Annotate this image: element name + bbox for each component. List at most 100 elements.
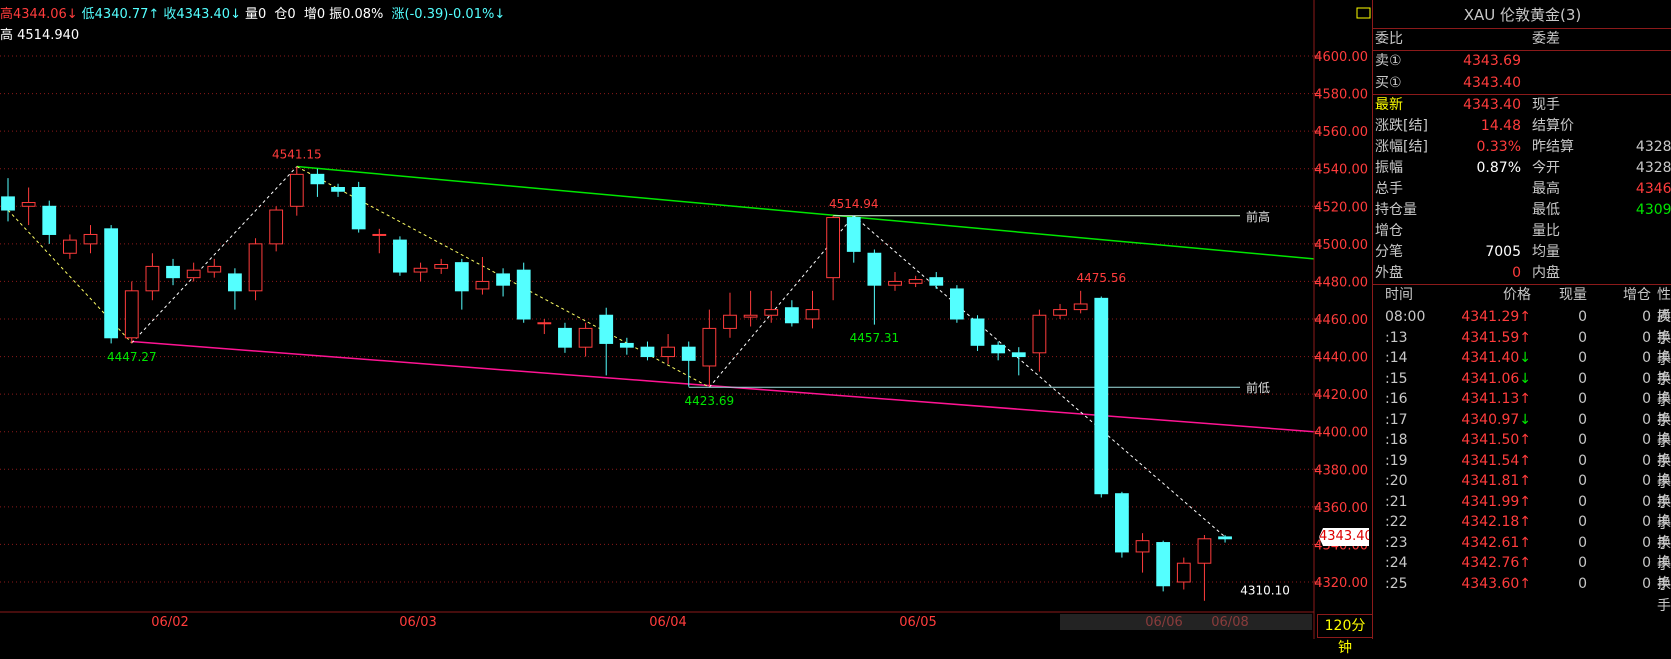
tick-time: :23 <box>1385 534 1408 551</box>
y-tick-label: 4600.00 <box>1314 50 1368 65</box>
candle-body <box>929 277 944 286</box>
tick-time: :20 <box>1385 473 1408 489</box>
quote-panel: XAU 伦敦黄金(3) 委比 委差 卖① 4343.69 买① 4343.40 … <box>1372 0 1671 639</box>
candle-body <box>661 346 675 358</box>
info-high: 高4344.06↓ <box>0 7 78 22</box>
tick-increase: 0 <box>1642 473 1651 489</box>
x-tick-label: 06/03 <box>399 615 436 630</box>
tick-row[interactable]: :25 4343.60↑ 0 0 换手 <box>1373 573 1671 614</box>
tick-price: 4342.76↑ <box>1461 555 1531 571</box>
candle-body <box>1218 536 1232 540</box>
tick-time: :15 <box>1385 370 1408 387</box>
candle-body <box>578 327 593 348</box>
candle-body <box>1115 493 1129 553</box>
quote-value: 0 <box>1512 265 1521 281</box>
candle-body <box>248 243 263 292</box>
indicator-bar: 高 4514.940 <box>0 28 80 43</box>
tick-time: 08:00 <box>1385 309 1426 325</box>
y-tick-label: 4400.00 <box>1314 426 1368 441</box>
candlestick-chart[interactable]: 前高前低 4541.15 4447.27 4514.94 4423.69 4457.31… <box>0 0 1372 639</box>
tick-time: :24 <box>1385 555 1408 571</box>
sell-row: 卖① 4343.69 <box>1373 50 1671 72</box>
tick-time: :14 <box>1385 350 1408 366</box>
tick-row[interactable]: :21 4341.99↑ 0 0 换手 <box>1373 491 1671 532</box>
tick-time: :13 <box>1385 329 1408 346</box>
x-axis: 06/0206/0306/0406/0506/0606/08 <box>151 614 1312 630</box>
tick-row[interactable]: :22 4342.18↑ 0 0 换手 <box>1373 511 1671 552</box>
tick-price: 4341.29↑ <box>1461 309 1531 325</box>
quote-row: 外盘 0 内盘 <box>1373 262 1671 284</box>
y-tick-label: 4500.00 <box>1314 238 1368 253</box>
candle-body <box>454 262 469 292</box>
tick-price: 4341.13↑ <box>1461 391 1531 407</box>
quote-row: 最新 4343.40 现手 <box>1373 94 1671 116</box>
candle-body <box>145 265 160 292</box>
tick-row[interactable]: :14 4341.40↓ 0 0 换手 <box>1373 347 1671 388</box>
tick-time: :19 <box>1385 452 1408 469</box>
tick-time: :16 <box>1385 391 1408 407</box>
price-annotation: 4514.94 <box>829 197 879 211</box>
tick-price: 4341.40↓ <box>1461 350 1531 366</box>
candle-body <box>331 187 345 192</box>
tick-row[interactable]: :17 4340.97↓ 0 0 换手 <box>1373 409 1671 450</box>
candle-body <box>1156 542 1171 587</box>
weibi-row: 委比 委差 <box>1373 28 1671 50</box>
tick-price: 4340.97↓ <box>1461 411 1531 428</box>
tick-time: :18 <box>1385 432 1408 448</box>
tick-row[interactable]: :15 4341.06↓ 0 0 换手 <box>1373 368 1671 409</box>
tick-row[interactable]: :24 4342.76↑ 0 0 换手 <box>1373 552 1671 593</box>
tick-nature: 换手 <box>1657 575 1671 614</box>
tick-time: :22 <box>1385 514 1408 530</box>
quote-label-2: 内盘 <box>1532 265 1560 281</box>
tick-row[interactable]: :16 4341.13↑ 0 0 换手 <box>1373 388 1671 429</box>
candle-body <box>599 314 614 344</box>
tick-increase: 0 <box>1642 350 1651 366</box>
layout-toggle-icon <box>1356 7 1371 19</box>
y-tick-label: 4360.00 <box>1314 501 1368 516</box>
instrument-title[interactable]: XAU 伦敦黄金(3) <box>1373 4 1671 25</box>
col-time: 时间 <box>1385 287 1413 303</box>
tick-row[interactable]: :20 4341.81↑ 0 0 换手 <box>1373 470 1671 511</box>
buy-row: 买① 4343.40 <box>1373 72 1671 94</box>
quote-label-2: 均量 <box>1532 244 1560 260</box>
tick-price: 4342.18↑ <box>1461 514 1531 530</box>
tick-row[interactable]: 08:00 4341.29↑ 0 0 换手 <box>1373 306 1671 347</box>
tick-row[interactable]: :18 4341.50↑ 0 0 换手 <box>1373 429 1671 470</box>
quote-label-2: 今开 <box>1532 160 1560 176</box>
tick-increase: 0 <box>1642 514 1651 530</box>
candle-body <box>1011 352 1026 358</box>
buy-label: 买① <box>1375 75 1402 91</box>
tick-volume: 0 <box>1578 432 1587 448</box>
candle-body <box>166 265 180 279</box>
candle-body <box>1135 540 1150 553</box>
quote-label: 振幅 <box>1375 160 1403 176</box>
tick-row[interactable]: :19 4341.54↑ 0 0 换手 <box>1373 450 1671 491</box>
candle-body <box>723 314 737 329</box>
tick-row[interactable]: :23 4342.61↑ 0 0 换手 <box>1373 532 1671 573</box>
tick-volume: 0 <box>1578 555 1587 571</box>
last-price-tag: 4343.40 <box>1319 528 1373 546</box>
quote-value-2: 4328. <box>1635 160 1671 176</box>
candle-body <box>62 239 77 254</box>
tick-time: :25 <box>1385 575 1408 592</box>
tick-time: :21 <box>1385 493 1408 510</box>
buy-price: 4343.40 <box>1463 75 1521 91</box>
quote-value: 7005 <box>1485 244 1521 260</box>
tick-increase: 0 <box>1642 329 1651 346</box>
candle-body <box>1032 314 1047 354</box>
tick-volume: 0 <box>1578 473 1587 489</box>
candle-body <box>83 233 98 245</box>
tick-volume: 0 <box>1578 575 1587 592</box>
reference-lines: 前高前低 <box>7 165 1315 538</box>
quote-label: 持仓量 <box>1375 202 1417 218</box>
quote-label: 最新 <box>1375 97 1403 113</box>
tick-price: 4341.81↑ <box>1461 473 1531 489</box>
period-selector[interactable]: 120分钟 <box>1317 614 1373 656</box>
candle-body <box>289 173 304 207</box>
quote-label-2: 结算价 <box>1532 118 1574 134</box>
quote-value: 0.87% <box>1476 160 1521 176</box>
tick-row[interactable]: :13 4341.59↑ 0 0 换手 <box>1373 327 1671 368</box>
tick-volume: 0 <box>1578 514 1587 530</box>
ohlc-info-bar: 高4344.06↓ 低4340.77↑ 收4343.40↓ 量0 仓0 增0 振0.08… <box>0 6 509 24</box>
quote-value-2: 4328. <box>1635 139 1671 155</box>
